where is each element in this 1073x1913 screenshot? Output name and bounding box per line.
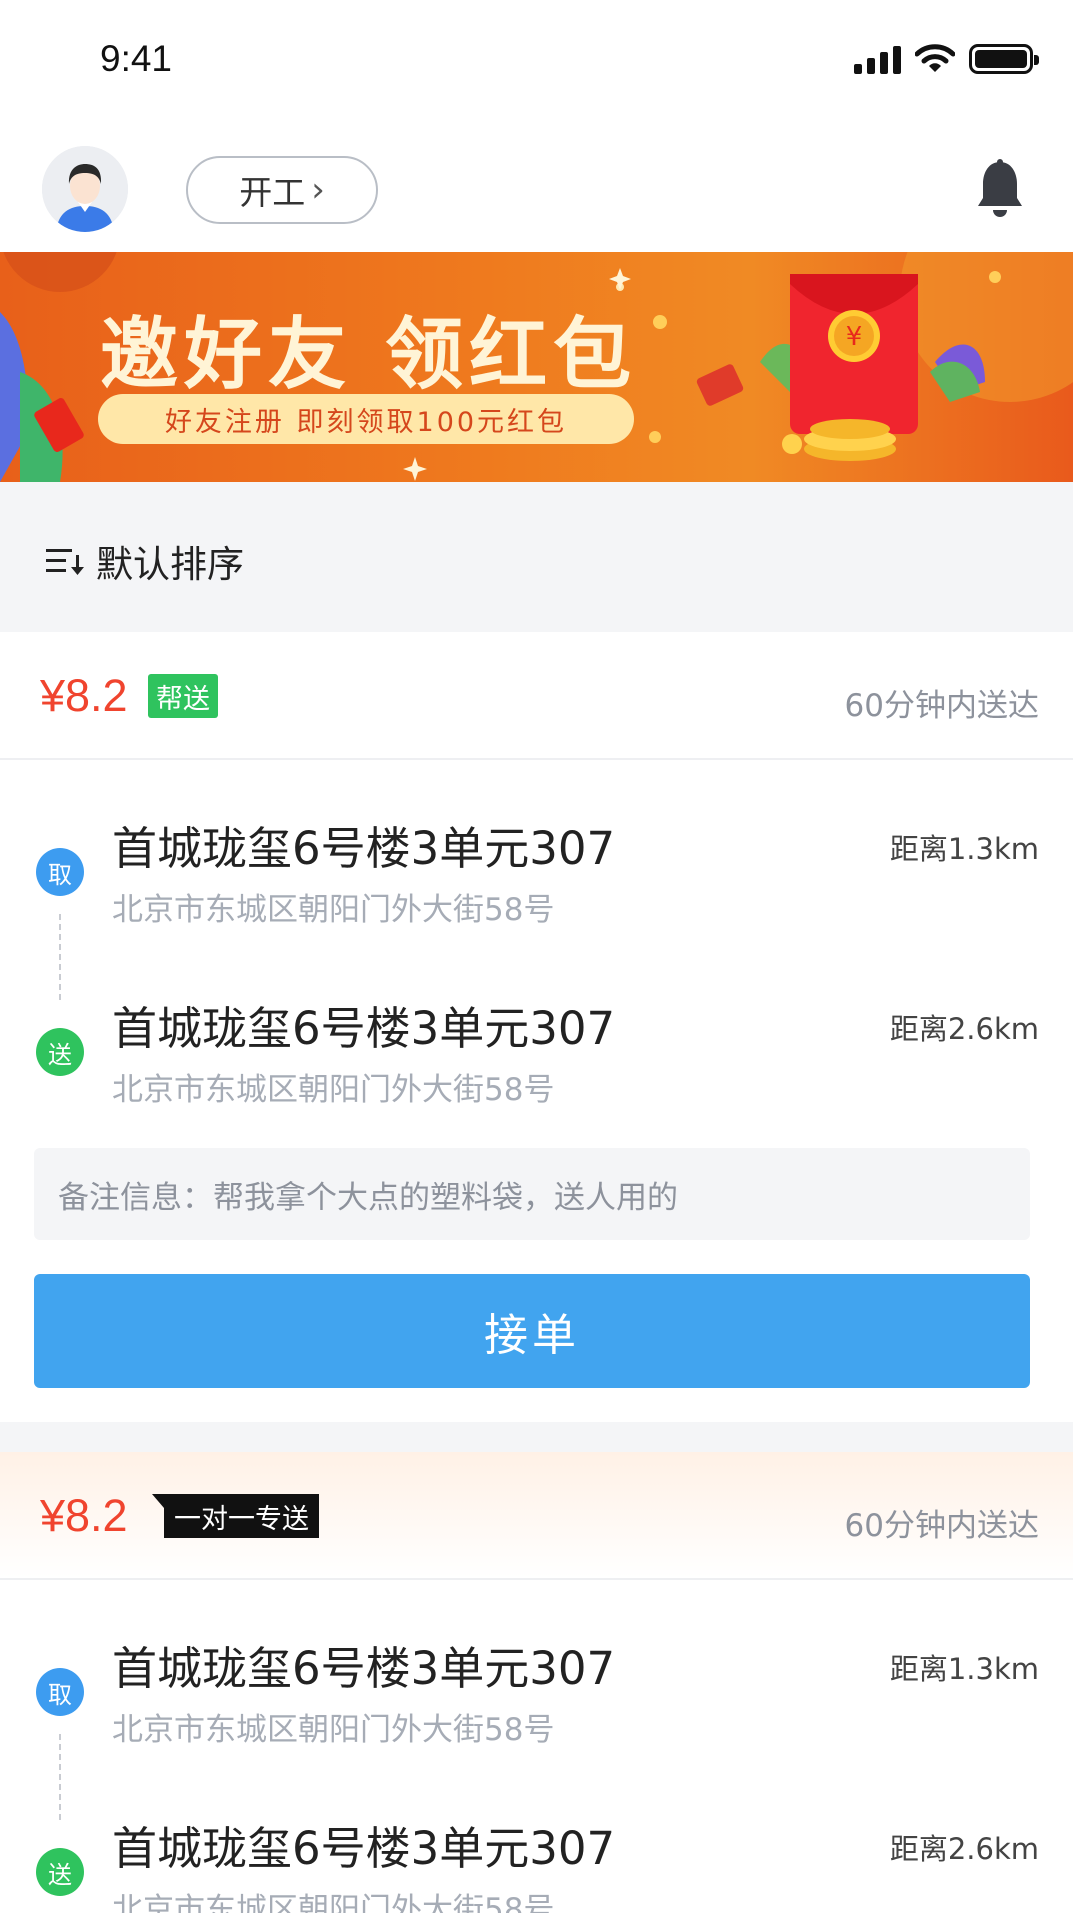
dropoff-stop: 送 首城珑玺6号楼3单元307 北京市东城区朝阳门外大街58号 距离2.6km (0, 984, 1073, 1114)
dropoff-name: 首城珑玺6号楼3单元307 (112, 1822, 616, 1875)
order-card-header: ¥8.2 帮送 60分钟内送达 (0, 632, 1073, 760)
red-envelope-icon: ¥ (782, 274, 918, 461)
order-price: ¥8.2 (40, 1490, 128, 1541)
dropoff-stop: 送 首城珑玺6号楼3单元307 北京市东城区朝阳门外大街58号 距离2.6km (0, 1804, 1073, 1913)
pickup-address: 北京市东城区朝阳门外大街58号 (112, 1712, 555, 1748)
order-card: ¥8.2 帮送 60分钟内送达 取 首城珑玺6号楼3单元307 北京市东城区朝阳… (0, 632, 1073, 1422)
order-eta: 60分钟内送达 (844, 1508, 1039, 1544)
dropoff-distance: 距离2.6km (889, 1832, 1039, 1866)
pickup-distance: 距离1.3km (889, 1652, 1039, 1686)
status-bar: 9:41 (0, 0, 1073, 128)
start-work-label: 开工 (239, 173, 306, 212)
order-note: 备注信息：帮我拿个大点的塑料袋，送人用的 (34, 1148, 1030, 1240)
status-icons (854, 44, 1039, 74)
dropoff-address: 北京市东城区朝阳门外大街58号 (112, 1892, 555, 1913)
dropoff-badge: 送 (36, 1848, 84, 1896)
signal-icon (854, 44, 901, 74)
svg-text:¥: ¥ (846, 322, 863, 352)
order-card-header: ¥8.2 一对一专送 60分钟内送达 (0, 1452, 1073, 1580)
chevron-right-icon: › (311, 170, 325, 210)
dropoff-address: 北京市东城区朝阳门外大街58号 (112, 1072, 555, 1108)
pickup-badge: 取 (36, 848, 84, 896)
pickup-badge: 取 (36, 1668, 84, 1716)
battery-icon (969, 44, 1039, 74)
sort-bar: 默认排序 (0, 482, 1073, 632)
banner-title: 邀好友 领红包 (100, 310, 638, 400)
top-header: 开工 › (0, 128, 1073, 252)
order-type-tag: 一对一专送 (152, 1494, 319, 1538)
bell-icon[interactable] (975, 158, 1025, 220)
accept-order-button[interactable]: 接单 (34, 1274, 1030, 1388)
pickup-stop: 取 首城珑玺6号楼3单元307 北京市东城区朝阳门外大街58号 距离1.3km (0, 804, 1073, 934)
status-time: 9:41 (100, 38, 173, 79)
banner-subtitle: 好友注册 即刻领取100元红包 (98, 394, 634, 444)
order-type-tag: 帮送 (148, 674, 218, 718)
pickup-stop: 取 首城珑玺6号楼3单元307 北京市东城区朝阳门外大街58号 距离1.3km (0, 1624, 1073, 1754)
invite-friends-banner[interactable]: 邀好友 领红包 好友注册 即刻领取100元红包 ¥ (0, 252, 1073, 482)
pickup-name: 首城珑玺6号楼3单元307 (112, 1642, 616, 1695)
order-card: ¥8.2 一对一专送 60分钟内送达 取 首城珑玺6号楼3单元307 北京市东城… (0, 1452, 1073, 1913)
order-price: ¥8.2 (40, 670, 128, 721)
pickup-distance: 距离1.3km (889, 832, 1039, 866)
avatar[interactable] (42, 146, 128, 232)
sort-label: 默认排序 (96, 543, 244, 586)
order-eta: 60分钟内送达 (844, 688, 1039, 724)
pickup-address: 北京市东城区朝阳门外大街58号 (112, 892, 555, 928)
dropoff-distance: 距离2.6km (889, 1012, 1039, 1046)
dropoff-badge: 送 (36, 1028, 84, 1076)
card-separator (0, 1422, 1073, 1452)
sort-icon (46, 549, 84, 575)
sort-selector[interactable]: 默认排序 (44, 534, 244, 588)
pickup-name: 首城珑玺6号楼3单元307 (112, 822, 616, 875)
dropoff-name: 首城珑玺6号楼3单元307 (112, 1002, 616, 1055)
start-work-button[interactable]: 开工 › (186, 156, 378, 224)
wifi-icon (915, 44, 955, 72)
